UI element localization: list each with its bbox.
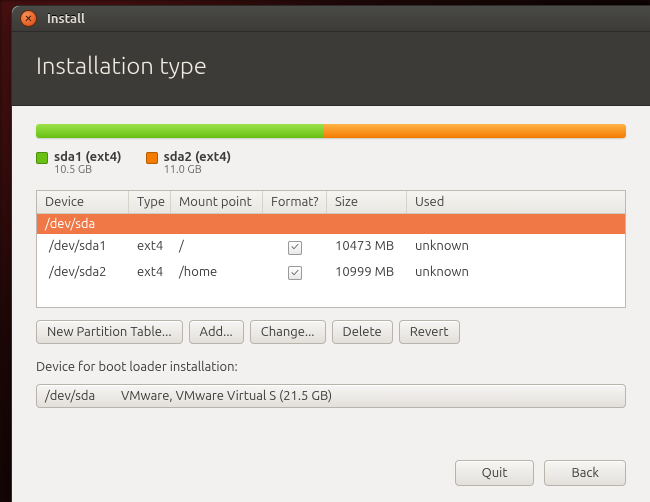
cell-mount: /home bbox=[171, 263, 263, 283]
legend-item-sda1: sda1 (ext4) 10.5 GB bbox=[36, 150, 122, 176]
footer: Quit Back bbox=[12, 450, 650, 502]
table-row[interactable]: /dev/sda1 ext4 / ✓ 10473 MB unknown bbox=[37, 234, 625, 260]
back-button[interactable]: Back bbox=[544, 460, 626, 486]
titlebar[interactable]: ✕ Install bbox=[12, 6, 650, 32]
square-icon bbox=[146, 152, 158, 164]
bootloader-device: /dev/sda bbox=[45, 389, 111, 403]
cell-type: ext4 bbox=[129, 263, 171, 283]
legend-name: sda1 (ext4) bbox=[54, 150, 122, 164]
quit-button[interactable]: Quit bbox=[455, 460, 535, 486]
legend-item-sda2: sda2 (ext4) 11.0 GB bbox=[146, 150, 232, 176]
disk-row[interactable]: /dev/sda bbox=[37, 214, 625, 234]
partition-toolbar: New Partition Table... Add... Change... … bbox=[36, 320, 626, 344]
table-row[interactable]: /dev/sda2 ext4 /home ✓ 10999 MB unknown bbox=[37, 260, 625, 286]
square-icon bbox=[36, 152, 48, 164]
col-mount[interactable]: Mount point bbox=[171, 191, 263, 213]
cell-used: unknown bbox=[407, 237, 625, 257]
usage-segment-sda2 bbox=[324, 124, 626, 138]
partition-table: Device Type Mount point Format? Size Use… bbox=[36, 190, 626, 308]
window-title: Install bbox=[47, 12, 85, 26]
cell-mount: / bbox=[171, 237, 263, 257]
change-button[interactable]: Change... bbox=[250, 320, 326, 344]
legend-name: sda2 (ext4) bbox=[164, 150, 232, 164]
cell-device: /dev/sda2 bbox=[37, 263, 129, 283]
table-header: Device Type Mount point Format? Size Use… bbox=[37, 191, 625, 214]
col-format[interactable]: Format? bbox=[263, 191, 327, 213]
col-device[interactable]: Device bbox=[37, 191, 129, 213]
bootloader-label: Device for boot loader installation: bbox=[36, 360, 626, 374]
bootloader-device-select[interactable]: /dev/sda VMware, VMware Virtual S (21.5 … bbox=[36, 384, 626, 408]
bootloader-desc: VMware, VMware Virtual S (21.5 GB) bbox=[121, 389, 332, 403]
cell-device: /dev/sda1 bbox=[37, 237, 129, 257]
partition-legend: sda1 (ext4) 10.5 GB sda2 (ext4) 11.0 GB bbox=[36, 150, 626, 176]
new-partition-table-button[interactable]: New Partition Table... bbox=[36, 320, 183, 344]
page-title: Installation type bbox=[36, 52, 626, 79]
delete-button[interactable]: Delete bbox=[332, 320, 393, 344]
close-icon[interactable]: ✕ bbox=[20, 10, 37, 27]
cell-size: 10473 MB bbox=[327, 237, 407, 257]
add-button[interactable]: Add... bbox=[189, 320, 244, 344]
cell-type: ext4 bbox=[129, 237, 171, 257]
cell-size: 10999 MB bbox=[327, 263, 407, 283]
legend-size: 11.0 GB bbox=[164, 164, 232, 176]
header: Installation type bbox=[12, 32, 650, 106]
col-used[interactable]: Used bbox=[407, 191, 625, 213]
checkbox-checked-icon[interactable]: ✓ bbox=[288, 266, 302, 280]
cell-used: unknown bbox=[407, 263, 625, 283]
usage-segment-sda1 bbox=[36, 124, 324, 138]
partition-usage-bar bbox=[36, 124, 626, 138]
legend-size: 10.5 GB bbox=[54, 164, 122, 176]
col-type[interactable]: Type bbox=[129, 191, 171, 213]
install-window: ✕ Install Installation type sda1 (ext4) … bbox=[11, 5, 650, 502]
revert-button[interactable]: Revert bbox=[399, 320, 460, 344]
cell-format: ✓ bbox=[263, 237, 327, 257]
checkbox-checked-icon[interactable]: ✓ bbox=[288, 241, 302, 255]
cell-format: ✓ bbox=[263, 263, 327, 283]
col-size[interactable]: Size bbox=[327, 191, 407, 213]
